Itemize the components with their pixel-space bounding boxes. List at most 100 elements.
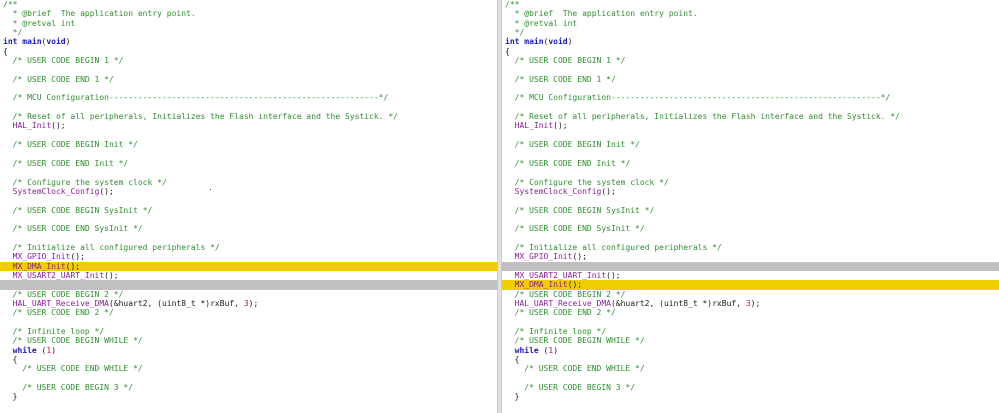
code-line[interactable] [0, 234, 497, 243]
code-line[interactable] [502, 84, 999, 93]
code-line[interactable] [502, 150, 999, 159]
code-line[interactable]: /* USER CODE BEGIN WHILE */ [0, 336, 497, 345]
code-line[interactable]: /* USER CODE BEGIN 2 */ [502, 290, 999, 299]
code-line[interactable] [502, 103, 999, 112]
code-line[interactable]: /* Initialize all configured peripherals… [502, 243, 999, 252]
code-line[interactable]: SystemClock_Config(); [0, 187, 497, 196]
code-line[interactable]: HAL_UART_Receive_DMA(&huart2, (uint8_t *… [0, 299, 497, 308]
left-code-pane[interactable]: /** * @brief The application entry point… [0, 0, 497, 413]
code-line[interactable]: */ [502, 28, 999, 37]
code-line[interactable] [0, 168, 497, 177]
code-line[interactable]: } [502, 392, 999, 401]
code-line[interactable]: /* USER CODE END Init */ [0, 159, 497, 168]
code-token-comment: /* Reset of all peripherals, Initializes… [3, 112, 398, 122]
code-line[interactable]: int main(void) [0, 37, 497, 46]
code-line[interactable] [502, 168, 999, 177]
code-token-comment: /* MCU Configuration--------------------… [3, 93, 389, 103]
code-line[interactable]: /* USER CODE END Init */ [502, 159, 999, 168]
code-token-punct: { [505, 355, 520, 365]
code-line[interactable] [0, 103, 497, 112]
code-line[interactable]: /* USER CODE BEGIN SysInit */ [0, 206, 497, 215]
code-line[interactable]: /* USER CODE BEGIN 1 */ [502, 56, 999, 65]
code-line[interactable]: /* MCU Configuration--------------------… [0, 93, 497, 102]
code-token-func: MX_GPIO_Init [514, 252, 573, 262]
code-line[interactable]: { [0, 47, 497, 56]
code-line[interactable]: while (1) [502, 346, 999, 355]
code-line[interactable]: /* Configure the system clock */ [502, 178, 999, 187]
code-line[interactable]: MX_GPIO_Init(); [0, 252, 497, 261]
code-line[interactable] [502, 215, 999, 224]
changed-code-line[interactable]: MX_DMA_Init(); [502, 280, 999, 290]
code-line[interactable] [0, 150, 497, 159]
code-line[interactable]: /** [502, 0, 999, 9]
code-line[interactable]: /* USER CODE BEGIN SysInit */ [502, 206, 999, 215]
code-token-comment: * @brief The application entry point. [505, 9, 698, 19]
code-line[interactable]: /* USER CODE BEGIN Init */ [502, 140, 999, 149]
code-line[interactable]: * @brief The application entry point. [0, 9, 497, 18]
diff-placeholder-line[interactable] [502, 261, 999, 271]
code-line[interactable]: HAL_Init(); [0, 121, 497, 130]
code-line[interactable]: /* Reset of all peripherals, Initializes… [502, 112, 999, 121]
code-line[interactable] [0, 65, 497, 74]
diff-placeholder-line[interactable] [0, 280, 497, 290]
code-line[interactable]: /* MCU Configuration--------------------… [502, 93, 999, 102]
code-line[interactable]: /* USER CODE BEGIN 3 */ [502, 383, 999, 392]
code-line[interactable]: /* USER CODE END SysInit */ [0, 224, 497, 233]
code-line[interactable]: /* USER CODE END 2 */ [0, 308, 497, 317]
code-line[interactable]: } [0, 392, 497, 401]
code-line[interactable]: * @brief The application entry point. [502, 9, 999, 18]
code-line[interactable]: { [502, 47, 999, 56]
code-line[interactable]: */ [0, 28, 497, 37]
code-line[interactable]: /* USER CODE END 2 */ [502, 308, 999, 317]
code-token-func: HAL_UART_Receive_DMA [514, 299, 611, 308]
code-token-punct: ); [248, 299, 259, 308]
code-line[interactable]: { [0, 355, 497, 364]
code-line[interactable] [502, 234, 999, 243]
code-line[interactable]: /** [0, 0, 497, 9]
code-line[interactable]: /* Reset of all peripherals, Initializes… [0, 112, 497, 121]
code-line[interactable] [502, 374, 999, 383]
code-line[interactable]: /* USER CODE END 1 */ [0, 75, 497, 84]
code-line[interactable]: MX_GPIO_Init(); [502, 252, 999, 261]
code-line[interactable]: * @retval int [0, 19, 497, 28]
code-line[interactable] [0, 318, 497, 327]
code-line[interactable] [0, 196, 497, 205]
code-line[interactable]: /* Initialize all configured peripherals… [0, 243, 497, 252]
code-line[interactable]: /* USER CODE END WHILE */ [0, 364, 497, 373]
code-line[interactable]: /* USER CODE BEGIN 2 */ [0, 290, 497, 299]
code-line[interactable]: { [502, 355, 999, 364]
code-line[interactable]: /* Infinite loop */ [0, 327, 497, 336]
code-line[interactable]: /* USER CODE END WHILE */ [502, 364, 999, 373]
code-line[interactable]: /* USER CODE END SysInit */ [502, 224, 999, 233]
code-line[interactable] [502, 131, 999, 140]
code-line[interactable] [0, 84, 497, 93]
code-line[interactable] [502, 196, 999, 205]
code-line[interactable]: /* USER CODE BEGIN 1 */ [0, 56, 497, 65]
code-line[interactable]: int main(void) [502, 37, 999, 46]
code-line[interactable] [0, 215, 497, 224]
code-line[interactable] [502, 65, 999, 74]
code-line[interactable]: /* USER CODE END 1 */ [502, 75, 999, 84]
changed-code-line[interactable]: MX_DMA_Init(); [0, 261, 497, 271]
code-line[interactable]: MX_USART2_UART_Init(); [502, 271, 999, 280]
code-token-comment: /* USER CODE BEGIN Init */ [505, 140, 640, 150]
code-line[interactable]: HAL_Init(); [502, 121, 999, 130]
code-token-func: MX_GPIO_Init [12, 252, 71, 262]
code-line[interactable]: /* USER CODE BEGIN 3 */ [0, 383, 497, 392]
code-token-punct: (); [51, 121, 66, 131]
code-line[interactable]: /* USER CODE BEGIN Init */ [0, 140, 497, 149]
code-line[interactable] [502, 318, 999, 327]
code-line[interactable]: SystemClock_Config(); [502, 187, 999, 196]
code-line[interactable]: HAL_UART_Receive_DMA(&huart2, (uint8_t *… [502, 299, 999, 308]
code-line[interactable]: * @retval int [502, 19, 999, 28]
code-line[interactable]: while (1) [0, 346, 497, 355]
right-code-pane[interactable]: /** * @brief The application entry point… [502, 0, 999, 413]
code-line[interactable]: MX_USART2_UART_Init(); [0, 271, 497, 280]
code-line[interactable]: /* USER CODE BEGIN WHILE */ [502, 336, 999, 345]
code-line[interactable] [0, 374, 497, 383]
code-line[interactable]: /* Configure the system clock */ [0, 178, 497, 187]
code-line[interactable]: /* Infinite loop */ [502, 327, 999, 336]
code-line[interactable] [0, 131, 497, 140]
